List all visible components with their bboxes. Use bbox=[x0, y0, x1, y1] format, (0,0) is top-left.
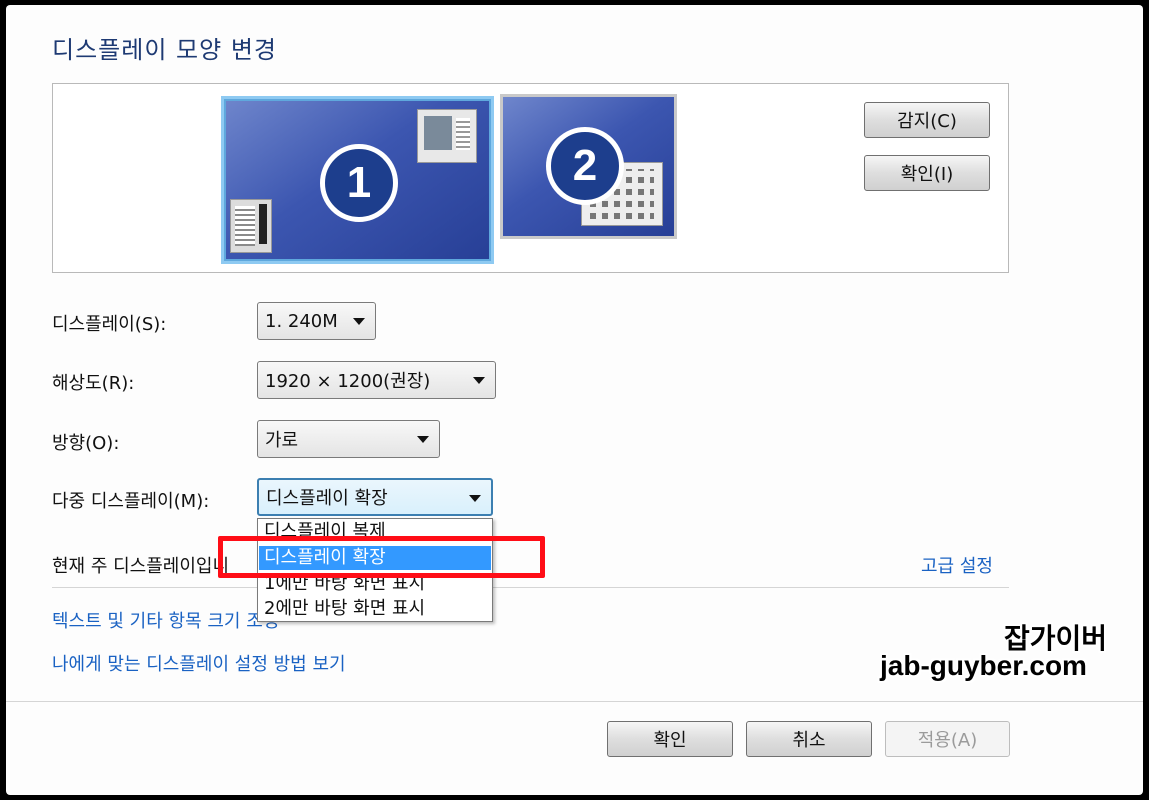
display-select-value: 1. 240M bbox=[265, 310, 338, 332]
resolution-select[interactable]: 1920 × 1200(권장) bbox=[257, 361, 496, 399]
identify-button[interactable]: 확인(I) bbox=[864, 155, 990, 191]
multi-display-label: 다중 디스플레이(M): bbox=[52, 491, 210, 512]
chevron-down-icon bbox=[473, 377, 485, 384]
multi-display-select[interactable]: 디스플레이 확장 bbox=[257, 478, 493, 516]
annotation-highlight-box bbox=[218, 536, 545, 578]
monitor-1-number: 1 bbox=[320, 144, 398, 222]
monitor-1-tile[interactable]: 1 bbox=[221, 96, 494, 264]
divider bbox=[52, 587, 1009, 588]
display-help-link[interactable]: 나에게 맞는 디스플레이 설정 방법 보기 bbox=[52, 650, 346, 676]
orientation-select[interactable]: 가로 bbox=[257, 420, 440, 458]
page-title: 디스플레이 모양 변경 bbox=[52, 36, 277, 64]
multi-display-select-value: 디스플레이 확장 bbox=[266, 488, 388, 509]
window-icon bbox=[417, 109, 477, 163]
chevron-down-icon bbox=[469, 495, 481, 502]
monitor-2-tile[interactable]: 2 bbox=[500, 94, 677, 239]
chevron-down-icon bbox=[353, 318, 365, 325]
monitor-2-number: 2 bbox=[546, 127, 624, 205]
footer-divider bbox=[6, 701, 1143, 702]
orientation-label: 방향(O): bbox=[52, 433, 120, 454]
resolution-label: 해상도(R): bbox=[52, 373, 135, 394]
watermark-url: jab-guyber.com bbox=[880, 650, 1087, 681]
cancel-button[interactable]: 취소 bbox=[746, 721, 872, 757]
dropdown-option-only-2[interactable]: 2에만 바탕 화면 표시 bbox=[259, 597, 491, 621]
resolution-select-value: 1920 × 1200(권장) bbox=[265, 371, 431, 392]
primary-display-text: 현재 주 디스플레이입니 bbox=[52, 556, 230, 577]
advanced-settings-link[interactable]: 고급 설정 bbox=[921, 552, 993, 578]
text-size-link[interactable]: 텍스트 및 기타 항목 크기 조정 bbox=[52, 607, 279, 633]
display-label: 디스플레이(S): bbox=[52, 314, 167, 335]
display-select[interactable]: 1. 240M bbox=[257, 302, 376, 340]
orientation-select-value: 가로 bbox=[265, 430, 299, 451]
detect-button[interactable]: 감지(C) bbox=[864, 102, 990, 138]
gadget-icon bbox=[230, 199, 272, 253]
ok-button[interactable]: 확인 bbox=[607, 721, 733, 757]
apply-button[interactable]: 적용(A) bbox=[885, 721, 1010, 757]
chevron-down-icon bbox=[417, 436, 429, 443]
